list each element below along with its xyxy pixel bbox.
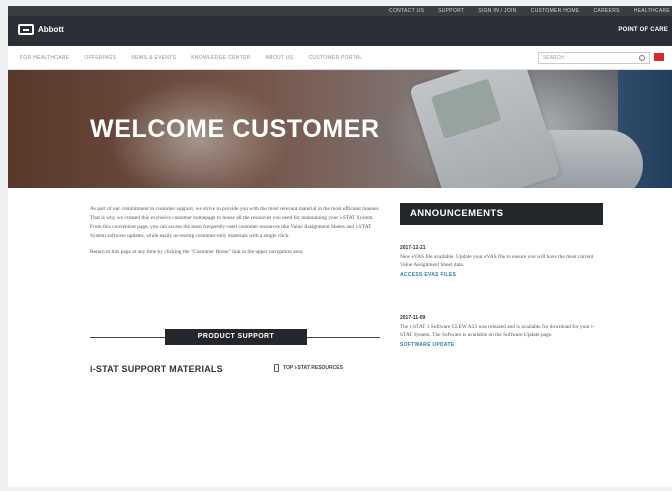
search-placeholder: SEARCH (543, 55, 564, 61)
search-input[interactable]: SEARCH (538, 52, 650, 64)
hero-title: WELCOME CUSTOMER (90, 115, 380, 143)
abbott-logo-icon (18, 24, 34, 35)
abbott-logo[interactable]: Abbott (18, 24, 64, 35)
support-materials-title: i-STAT SUPPORT MATERIALS (90, 364, 223, 374)
software-update-link[interactable]: SOFTWARE UPDATE (400, 342, 600, 348)
product-support-heading: PRODUCT SUPPORT (165, 329, 307, 345)
intro-paragraph-2: Return to this page at any time by click… (90, 249, 304, 255)
utility-link-contact[interactable]: CONTACT US (389, 8, 424, 14)
announcement-text: New eVAS file available. Update your eVA… (400, 254, 594, 268)
nav-item-offerings[interactable]: OFFERINGS (84, 55, 116, 61)
top-resources-label: TOP i-STAT RESOURCES (283, 365, 343, 371)
announcement-date: 2017-12-21 (400, 245, 426, 251)
announcement-item: 2017-12-21 New eVAS file available. Upda… (400, 245, 600, 278)
main-nav: FOR HEALTHCARE OFFERINGS NEWS & EVENTS K… (8, 46, 672, 70)
hero-banner: WELCOME CUSTOMER (8, 70, 672, 188)
intro-paragraph-1: As part of our commitment to customer su… (90, 206, 380, 239)
utility-links: CONTACT US SUPPORT SIGN IN / JOIN CUSTOM… (389, 6, 670, 16)
announcement-item: 2017-11-09 The i-STAT 1 Software CLEW A3… (400, 315, 600, 348)
search-icon[interactable] (639, 55, 645, 61)
nav-item-about[interactable]: ABOUT US (266, 55, 294, 61)
nav-item-knowledge[interactable]: KNOWLEDGE CENTER (191, 55, 250, 61)
utility-bar: CONTACT US SUPPORT SIGN IN / JOIN CUSTOM… (8, 6, 672, 16)
page: CONTACT US SUPPORT SIGN IN / JOIN CUSTOM… (8, 6, 672, 487)
logo-text: Abbott (38, 25, 64, 34)
brand-bar: Abbott POINT OF CARE (8, 16, 672, 46)
utility-link-careers[interactable]: CAREERS (593, 8, 619, 14)
utility-link-customer-home[interactable]: CUSTOMER HOME (531, 8, 580, 14)
flag-icon[interactable] (654, 53, 664, 61)
device-icon (274, 364, 279, 372)
announcement-text: The i-STAT 1 Software CLEW A33 was relea… (400, 324, 595, 338)
nav-item-healthcare[interactable]: FOR HEALTHCARE (20, 55, 69, 61)
nav-item-portal[interactable]: CUSTOMER PORTAL (308, 55, 362, 61)
top-resources-link[interactable]: TOP i-STAT RESOURCES (274, 364, 343, 372)
section-title[interactable]: POINT OF CARE (618, 27, 668, 33)
utility-link-support[interactable]: SUPPORT (438, 8, 464, 14)
announcements-heading: ANNOUNCEMENTS (400, 203, 603, 225)
utility-link-healthcare[interactable]: HEALTHCARE (634, 8, 670, 14)
utility-link-sign-in[interactable]: SIGN IN / JOIN (478, 8, 516, 14)
access-evas-link[interactable]: ACCESS EVAS FILES (400, 272, 600, 278)
nav-item-news[interactable]: NEWS & EVENTS (131, 55, 176, 61)
announcement-date: 2017-11-09 (400, 315, 426, 321)
intro-text: As part of our commitment to customer su… (90, 205, 380, 257)
